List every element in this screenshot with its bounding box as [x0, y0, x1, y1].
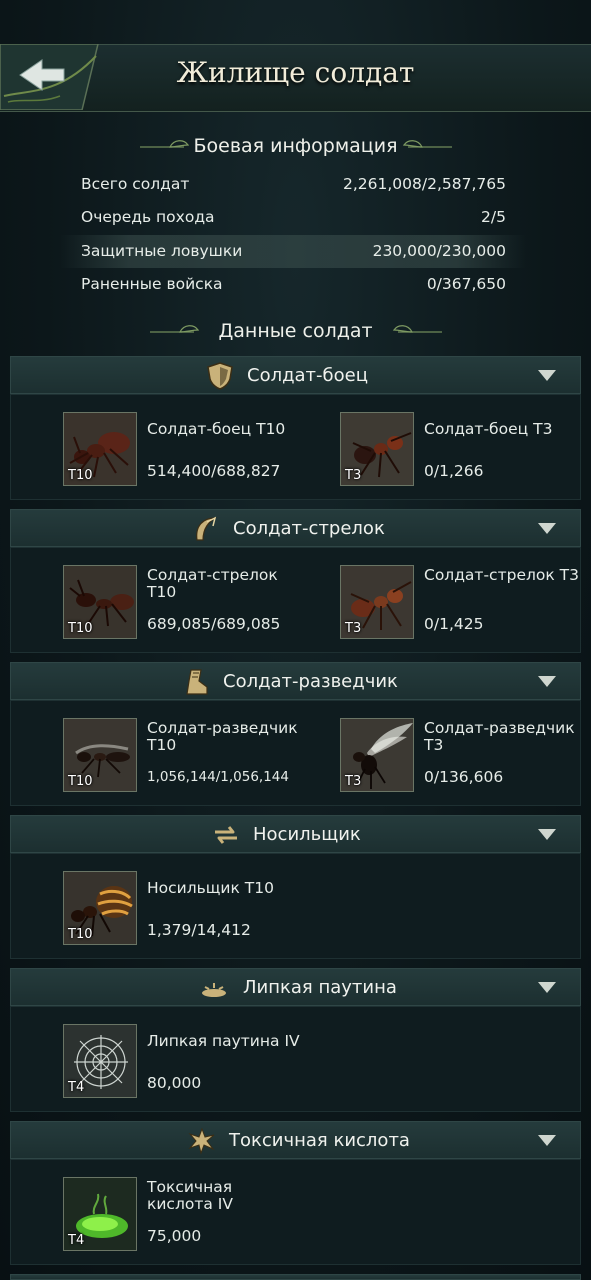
unit-thumbnail[interactable]: T3: [340, 718, 414, 792]
category-label: Солдат-разведчик: [223, 671, 398, 692]
info-row-total-soldiers: Всего солдат 2,261,008/2,587,765: [60, 168, 526, 201]
unit-count: 0/136,606: [424, 768, 504, 786]
info-label: Раненные войска: [81, 275, 223, 293]
boot-icon: [186, 669, 208, 695]
tier-badge: T10: [68, 621, 93, 636]
bow-icon: [196, 516, 217, 541]
unit-count: 80,000: [147, 1074, 202, 1092]
info-label: Очередь похода: [81, 208, 215, 226]
info-value: 2/5: [481, 208, 506, 226]
unit-count: 689,085/689,085: [147, 615, 281, 633]
category-header-sticky-web[interactable]: Липкая паутина: [10, 968, 581, 1006]
category-body-toxic-acid: T4 Токсичная кислота IV 75,000: [10, 1159, 581, 1265]
unit-thumbnail[interactable]: T3: [340, 565, 414, 639]
category-label: Носильщик: [253, 824, 361, 845]
unit-name: Солдат-стрелок T10: [147, 566, 278, 601]
unit-count: 75,000: [147, 1227, 202, 1245]
soldier-data-title: Данные солдат: [218, 320, 373, 342]
unit-name: Солдат-разведчик T10: [147, 719, 298, 754]
category-label: Токсичная кислота: [229, 1130, 410, 1151]
category-header-carrier[interactable]: Носильщик: [10, 815, 581, 853]
unit-name: Солдат-боец T3: [424, 420, 553, 438]
unit-name: Солдат-разведчик T3: [424, 719, 575, 754]
info-label: Защитные ловушки: [81, 242, 243, 260]
category-header-archer[interactable]: Солдат-стрелок: [10, 509, 581, 547]
chevron-down-icon[interactable]: [538, 1135, 556, 1146]
unit-thumbnail[interactable]: T10: [63, 565, 137, 639]
unit-name: Солдат-стрелок T3: [424, 566, 579, 584]
unit-name: Солдат-боец T10: [147, 420, 286, 438]
category-header-toxic-acid[interactable]: Токсичная кислота: [10, 1121, 581, 1159]
tier-badge: T10: [68, 468, 93, 483]
info-row-defense-traps: Защитные ловушки 230,000/230,000: [60, 235, 526, 268]
unit-count: 1,056,144/1,056,144: [147, 769, 289, 785]
chevron-down-icon[interactable]: [538, 523, 556, 534]
category-body-fighter: T10 Солдат-боец T10 514,400/688,827 T3 С…: [10, 394, 581, 500]
tier-badge: T3: [345, 621, 362, 636]
info-row-wounded: Раненные войска 0/367,650: [60, 268, 526, 301]
tier-badge: T10: [68, 774, 93, 789]
shield-icon: [207, 362, 233, 390]
info-label: Всего солдат: [81, 175, 190, 193]
unit-count: 0/1,425: [424, 615, 484, 633]
chevron-down-icon[interactable]: [538, 676, 556, 687]
acid-splash-icon: [188, 1127, 215, 1155]
unit-thumbnail[interactable]: T4: [63, 1024, 137, 1098]
unit-thumbnail[interactable]: T10: [63, 412, 137, 486]
web-trap-icon: [202, 983, 226, 997]
chevron-down-icon[interactable]: [538, 982, 556, 993]
battle-info-title: Боевая информация: [193, 135, 398, 157]
category-header-scout[interactable]: Солдат-разведчик: [10, 662, 581, 700]
category-body-scout: T10 Солдат-разведчик T10 1,056,144/1,056…: [10, 700, 581, 806]
page-title: Жилище солдат: [176, 56, 415, 89]
unit-thumbnail[interactable]: T3: [340, 412, 414, 486]
info-value: 230,000/230,000: [372, 242, 506, 260]
chevron-down-icon[interactable]: [538, 370, 556, 381]
category-body-archer: T10 Солдат-стрелок T10 689,085/689,085 T…: [10, 547, 581, 653]
unit-thumbnail[interactable]: T4: [63, 1177, 137, 1251]
unit-thumbnail[interactable]: T10: [63, 871, 137, 945]
chevron-down-icon[interactable]: [538, 829, 556, 840]
category-label: Солдат-стрелок: [233, 518, 385, 539]
tier-badge: T4: [68, 1080, 85, 1095]
speed-arrows-icon: [215, 826, 237, 844]
unit-name: Токсичная кислота IV: [147, 1178, 233, 1213]
category-label: Солдат-боец: [247, 365, 368, 386]
unit-name: Липкая паутина IV: [147, 1032, 300, 1050]
tier-badge: T3: [345, 774, 362, 789]
unit-count: 1,379/14,412: [147, 921, 251, 939]
category-body-sticky-web: T4 Липкая паутина IV 80,000: [10, 1006, 581, 1112]
category-header-next[interactable]: [10, 1274, 581, 1280]
category-label: Липкая паутина: [243, 977, 397, 998]
info-row-march-queue: Очередь похода 2/5: [60, 201, 526, 234]
category-header-fighter[interactable]: Солдат-боец: [10, 356, 581, 394]
unit-count: 514,400/688,827: [147, 462, 281, 480]
unit-count: 0/1,266: [424, 462, 484, 480]
tier-badge: T3: [345, 468, 362, 483]
tier-badge: T10: [68, 927, 93, 942]
category-body-carrier: T10 Носильщик T10 1,379/14,412: [10, 853, 581, 959]
info-value: 0/367,650: [426, 275, 506, 293]
info-value: 2,261,008/2,587,765: [343, 175, 506, 193]
unit-thumbnail[interactable]: T10: [63, 718, 137, 792]
tier-badge: T4: [68, 1233, 85, 1248]
unit-name: Носильщик T10: [147, 879, 274, 897]
